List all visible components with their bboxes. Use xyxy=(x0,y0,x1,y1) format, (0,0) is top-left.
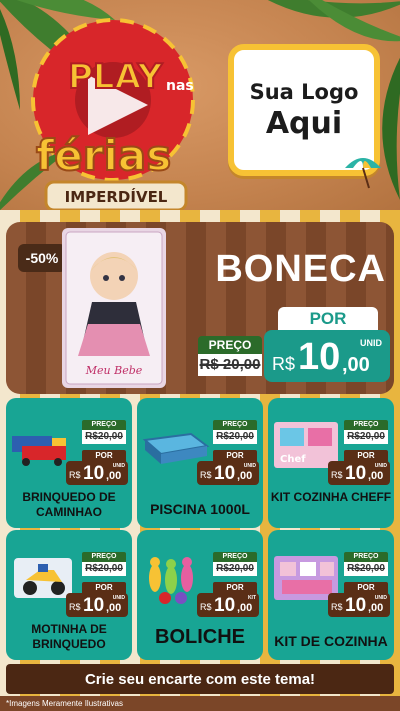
price-dec: ,00 xyxy=(368,602,384,614)
unit: KIT xyxy=(247,595,256,601)
packaging-label: Meu Bebe xyxy=(85,364,143,377)
hero-currency: R$ xyxy=(272,354,296,374)
old-label: PREÇO xyxy=(213,552,257,562)
price: R$ 10 ,00 KIT xyxy=(197,593,259,617)
product-card[interactable]: Chef PREÇO R$20,00 POR R$ 10 ,00 UNID KI… xyxy=(268,398,394,528)
disclaimer-text: *Imagens Meramente Ilustrativas xyxy=(0,696,400,711)
product-card[interactable]: PREÇO R$20,00 POR R$ 10 ,00 UNID KIT DE … xyxy=(268,530,394,660)
price-int: 10 xyxy=(214,595,236,616)
discount-badge: -50% xyxy=(18,244,66,272)
price: R$ 10 ,00 UNID xyxy=(66,593,128,617)
old-price: PREÇO R$20,00 xyxy=(213,420,257,444)
hero-price-int: 10 xyxy=(298,336,341,378)
campaign-logo: PLAY nas férias IMPERDÍVEL xyxy=(31,18,195,212)
old-price: PREÇO R$20,00 xyxy=(344,552,388,576)
campaign-line2: férias xyxy=(36,131,171,180)
price-dec: ,00 xyxy=(237,470,253,482)
old-price: PREÇO R$20,00 xyxy=(213,552,257,576)
logo-line2: Aqui xyxy=(265,105,343,141)
unit: UNID xyxy=(243,463,256,469)
old-label: PREÇO xyxy=(344,420,388,430)
header-banner: PLAY nas férias IMPERDÍVEL Sua Logo Aqui xyxy=(0,0,400,215)
logo-line1: Sua Logo xyxy=(249,79,359,104)
price-dec: ,00 xyxy=(237,602,253,614)
price-int: 10 xyxy=(83,463,105,484)
product-card[interactable]: PREÇO R$20,00 POR R$ 10 ,00 UNID MOTINHA… xyxy=(6,530,132,660)
old-label: PREÇO xyxy=(213,420,257,430)
price-dec: ,00 xyxy=(106,602,122,614)
hero-price-dec: ,00 xyxy=(342,354,370,376)
campaign-small: nas xyxy=(166,78,194,94)
campaign-badge: IMPERDÍVEL xyxy=(65,187,168,206)
product-card[interactable]: PREÇO R$20,00 POR R$ 10 ,00 UNID PISCINA… xyxy=(137,398,263,528)
unit: UNID xyxy=(112,463,125,469)
old-value: R$20,00 xyxy=(85,431,123,442)
hero-old-value: R$ 20,00 xyxy=(199,356,261,373)
old-label: PREÇO xyxy=(344,552,388,562)
product-name: KIT COZINHA CHEFF xyxy=(270,490,392,504)
old-value: R$20,00 xyxy=(216,563,254,574)
price-int: 10 xyxy=(214,463,236,484)
old-value: R$20,00 xyxy=(85,563,123,574)
old-value: R$20,00 xyxy=(347,563,385,574)
price-int: 10 xyxy=(345,595,367,616)
hero-new-label: POR xyxy=(278,307,378,331)
hero-old-price: PREÇO R$ 20,00 xyxy=(198,336,262,378)
price-int: 10 xyxy=(345,463,367,484)
price-dec: ,00 xyxy=(106,470,122,482)
old-value: R$20,00 xyxy=(216,431,254,442)
currency: R$ xyxy=(331,602,343,612)
currency: R$ xyxy=(69,602,81,612)
old-label: PREÇO xyxy=(82,552,126,562)
price: R$ 10 ,00 UNID xyxy=(66,461,128,485)
hero-old-label: PREÇO xyxy=(198,336,262,354)
currency: R$ xyxy=(200,602,212,612)
hero-title: BONECA xyxy=(215,248,386,290)
product-card[interactable]: PREÇO R$20,00 POR R$ 10 ,00 UNID BRINQUE… xyxy=(6,398,132,528)
price: R$ 10 ,00 UNID xyxy=(197,461,259,485)
product-card[interactable]: PREÇO R$20,00 POR R$ 10 ,00 KIT BOLICHE xyxy=(137,530,263,660)
price: R$ 10 ,00 UNID xyxy=(328,461,390,485)
old-price: PREÇO R$20,00 xyxy=(82,552,126,576)
hero-unit: UNID xyxy=(360,338,382,348)
campaign-line1: PLAY xyxy=(68,57,163,97)
product-name: PISCINA 1000L xyxy=(150,501,250,517)
hero-price: R$ 10 ,00 UNID xyxy=(264,330,390,382)
price-int: 10 xyxy=(83,595,105,616)
currency: R$ xyxy=(331,470,343,480)
price-dec: ,00 xyxy=(368,470,384,482)
currency: R$ xyxy=(69,470,81,480)
currency: R$ xyxy=(200,470,212,480)
product-name: BRINQUEDO DE CAMINHAO xyxy=(22,490,116,519)
unit: UNID xyxy=(374,463,387,469)
unit: UNID xyxy=(374,595,387,601)
cta-banner[interactable]: Crie seu encarte com este tema! xyxy=(6,664,394,694)
old-label: PREÇO xyxy=(82,420,126,430)
product-name: MOTINHA DE BRINQUEDO xyxy=(31,622,107,651)
unit: UNID xyxy=(112,595,125,601)
product-name: KIT DE COZINHA xyxy=(274,633,388,649)
packaging-label: Chef xyxy=(280,454,306,465)
price: R$ 10 ,00 UNID xyxy=(328,593,390,617)
old-price: PREÇO R$20,00 xyxy=(82,420,126,444)
product-name: BOLICHE xyxy=(155,626,245,648)
old-price: PREÇO R$20,00 xyxy=(344,420,388,444)
beach-umbrella-icon xyxy=(345,158,381,189)
old-value: R$20,00 xyxy=(347,431,385,442)
doll-image: Meu Bebe xyxy=(62,228,166,388)
